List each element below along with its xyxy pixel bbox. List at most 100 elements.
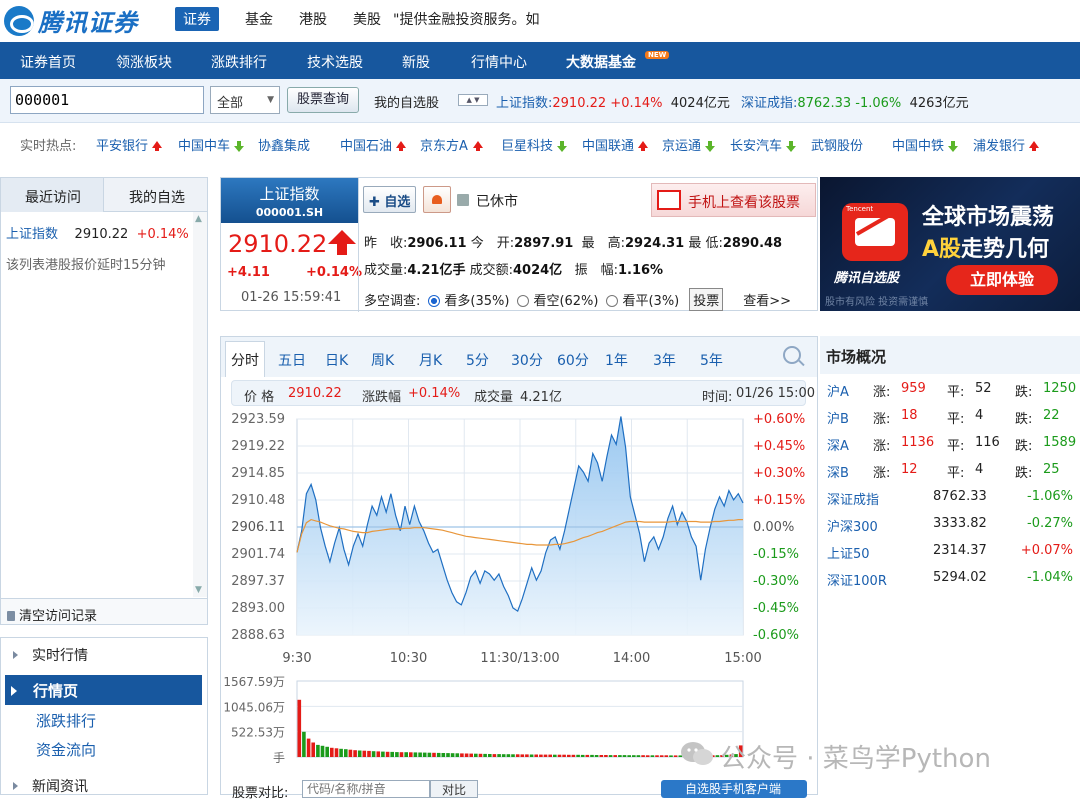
- hot-item[interactable]: 中国联通: [582, 135, 634, 154]
- market-index-row[interactable]: 上证50 2314.37 +0.07%: [827, 543, 1075, 563]
- top-nav-securities[interactable]: 证券: [175, 7, 219, 31]
- hot-item[interactable]: 平安银行: [96, 135, 148, 154]
- market-breadth-row[interactable]: 深B 涨: 12 平: 4 跌: 25: [827, 462, 1075, 482]
- option-neutral: 看平(3%): [622, 294, 680, 309]
- hot-item[interactable]: 浦发银行: [973, 135, 1025, 154]
- volume-bar: [390, 751, 394, 757]
- arrow-down-icon: [786, 141, 796, 152]
- tab-recent[interactable]: 最近访问: [25, 187, 81, 207]
- volume-bar: [409, 752, 413, 757]
- market-index-row[interactable]: 深证成指 8762.33 -1.06%: [827, 489, 1075, 509]
- top-nav-funds[interactable]: 基金: [245, 9, 273, 29]
- volume-bar: [297, 699, 302, 757]
- hot-item[interactable]: 协鑫集成: [258, 135, 310, 154]
- radio-bullish[interactable]: [428, 295, 441, 307]
- recent-item[interactable]: 上证指数 2910.22 +0.14%: [6, 223, 189, 242]
- stock-code-input[interactable]: [10, 86, 204, 114]
- try-now-button[interactable]: 立即体验: [946, 265, 1058, 295]
- x-tick-label: 10:30: [390, 651, 427, 666]
- menu-link-capital-flow[interactable]: 资金流向: [36, 739, 96, 760]
- compare-button[interactable]: 对比: [430, 780, 478, 798]
- arrow-down-icon: [948, 141, 958, 152]
- hot-item[interactable]: 京东方A: [420, 135, 468, 154]
- nav-securities-home[interactable]: 证券首页: [20, 52, 76, 72]
- hot-item[interactable]: 武钢股份: [811, 135, 863, 154]
- menu-quote-page[interactable]: 行情页: [5, 675, 202, 705]
- volume-bar: [562, 754, 566, 757]
- sz-index-ticker[interactable]: 深证成指:8762.33 -1.06% 4263亿元: [741, 92, 969, 111]
- hot-item[interactable]: 中国中车: [178, 135, 230, 154]
- x-tick-label: 15:00: [724, 651, 761, 666]
- market-select-value: 全部: [217, 96, 244, 111]
- tab-watchlist[interactable]: 我的自选: [129, 187, 185, 207]
- top-notice: "提供金融投资服务。如: [393, 12, 540, 28]
- breadth-up-label: 涨:: [873, 385, 891, 400]
- recent-item-price: 2910.22: [74, 227, 129, 242]
- nav-gainers-losers[interactable]: 涨跌排行: [211, 52, 267, 72]
- my-watchlist-link[interactable]: 我的自选股: [374, 92, 439, 111]
- volume-bar: [506, 754, 511, 757]
- hot-item[interactable]: 京运通: [662, 135, 701, 154]
- quote-header: 上证指数 000001.SH: [221, 178, 358, 223]
- mobile-client-button[interactable]: 自选股手机客户端: [661, 780, 807, 798]
- volume-bar: [436, 752, 441, 757]
- app-ad-banner[interactable]: Tencent 腾讯自选股 全球市场震荡 A股走势几何 立即体验 股市有风险 投…: [820, 177, 1080, 311]
- radio-neutral[interactable]: [606, 295, 619, 307]
- menu-realtime-quotes[interactable]: 实时行情: [13, 645, 88, 665]
- ticker-scroll-control[interactable]: ▲ ▼: [458, 94, 488, 106]
- menu-link-ranking[interactable]: 涨跌排行: [36, 710, 96, 731]
- compare-input[interactable]: [302, 780, 430, 798]
- market-select[interactable]: 全部 ▼: [210, 86, 280, 114]
- hot-item[interactable]: 中国中铁: [892, 135, 944, 154]
- market-breadth-row[interactable]: 沪A 涨: 959 平: 52 跌: 1250: [827, 381, 1076, 401]
- volume-bar: [673, 755, 678, 757]
- mobile-view-button[interactable]: 手机上查看该股票: [651, 183, 816, 217]
- volume-bar: [316, 744, 320, 757]
- scroll-up-icon[interactable]: ▲: [195, 214, 202, 224]
- alert-bell-icon[interactable]: [423, 186, 451, 213]
- quote-change: +4.11: [227, 265, 270, 280]
- volume-bar: [641, 755, 645, 757]
- pct-tick-label: +0.45%: [753, 439, 805, 454]
- market-breadth-row[interactable]: 深A 涨: 1136 平: 116 跌: 1589: [827, 435, 1076, 455]
- volume-bar: [622, 755, 627, 757]
- top-nav: 证券 基金 港股 美股: [175, 7, 407, 31]
- nav-ipo[interactable]: 新股: [402, 52, 430, 72]
- recent-scrollbar[interactable]: ▲ ▼: [193, 212, 207, 597]
- top-nav-us-stocks[interactable]: 美股: [353, 9, 381, 29]
- volume-bar: [669, 755, 673, 757]
- nav-bigdata-fund[interactable]: 大数据基金: [566, 52, 636, 72]
- market-index-row[interactable]: 沪深300 3333.82 -0.27%: [827, 516, 1075, 536]
- add-watchlist-label: 自选: [384, 195, 411, 210]
- market-breadth-row[interactable]: 沪B 涨: 18 平: 4 跌: 22: [827, 408, 1075, 428]
- sz-index-pct: -1.06%: [855, 96, 902, 111]
- top-nav-hk-stocks[interactable]: 港股: [299, 9, 327, 29]
- tencent-securities-logo[interactable]: 腾讯证券: [4, 3, 138, 38]
- menu-news[interactable]: 新闻资讯: [13, 776, 88, 796]
- nav-leading-sectors[interactable]: 领涨板块: [116, 52, 172, 72]
- nav-market-center[interactable]: 行情中心: [471, 52, 527, 72]
- volume-bar: [534, 754, 538, 757]
- add-watchlist-button[interactable]: ✚ 自选: [363, 186, 417, 213]
- nav-technical-screener[interactable]: 技术选股: [307, 52, 363, 72]
- volume-bar: [432, 752, 436, 757]
- scroll-down-icon[interactable]: ▼: [195, 585, 202, 595]
- view-more-link[interactable]: 查看>>: [743, 294, 791, 309]
- volume-bar: [659, 755, 664, 757]
- sentiment-survey: 多空调查: 看多(35%) 看空(62%) 看平(3%) 投票 查看>>: [364, 288, 791, 311]
- hot-item[interactable]: 巨星科技: [501, 135, 553, 154]
- radio-bearish[interactable]: [517, 295, 530, 307]
- x-tick-label: 14:00: [613, 651, 650, 666]
- sh-index-ticker[interactable]: 上证指数:2910.22 +0.14% 4024亿元: [496, 92, 730, 111]
- vote-button[interactable]: 投票: [689, 288, 724, 311]
- hot-item[interactable]: 中国石油: [340, 135, 392, 154]
- volume-bar: [334, 748, 339, 757]
- hot-label: 实时热点:: [20, 139, 77, 154]
- hot-item[interactable]: 长安汽车: [730, 135, 782, 154]
- intraday-chart[interactable]: 2923.59 2919.22 2914.85 2910.48 2906.11 2901.…: [221, 337, 817, 796]
- market-index-row[interactable]: 深证100R 5294.02 -1.04%: [827, 570, 1075, 590]
- stock-query-button[interactable]: 股票查询: [287, 87, 359, 113]
- clear-history-button[interactable]: 清空访问记录: [1, 598, 207, 624]
- trash-icon: [7, 611, 15, 621]
- volume-bar: [627, 755, 631, 757]
